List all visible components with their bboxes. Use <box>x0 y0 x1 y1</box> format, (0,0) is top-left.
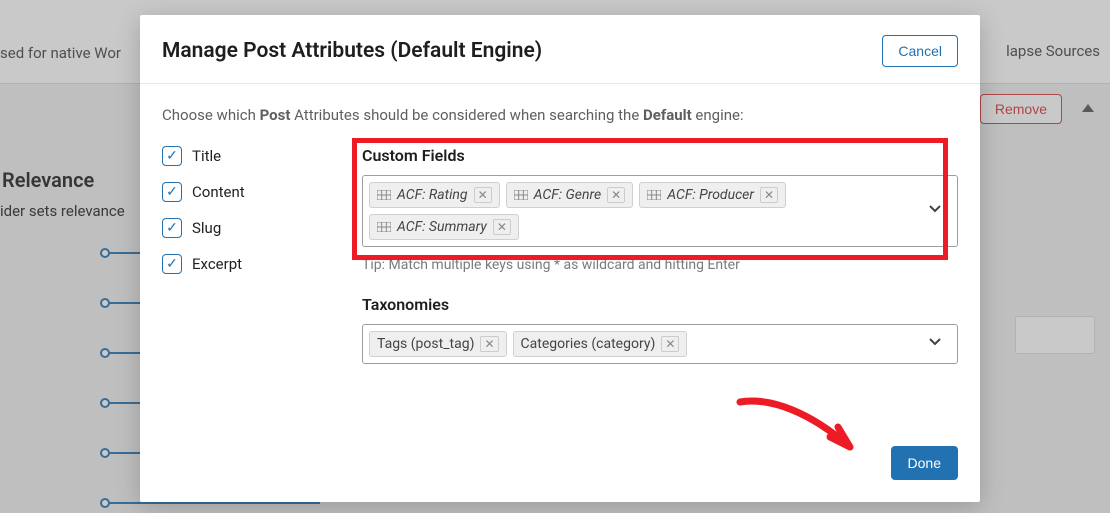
custom-fields-select[interactable]: ACF: Rating ✕ ACF: Genre ✕ ACF: Producer… <box>362 175 958 247</box>
grid-icon <box>647 190 661 200</box>
instruction-text: Choose which Post Attributes should be c… <box>162 106 958 124</box>
manage-attributes-modal: Manage Post Attributes (Default Engine) … <box>140 15 980 502</box>
checkbox-slug[interactable]: ✓ Slug <box>162 218 322 238</box>
modal-header: Manage Post Attributes (Default Engine) … <box>140 15 980 84</box>
tag-label: Tags (post_tag) <box>377 336 474 352</box>
tag-label: ACF: Rating <box>397 187 468 203</box>
checkbox-excerpt[interactable]: ✓ Excerpt <box>162 254 322 274</box>
grid-icon <box>377 190 391 200</box>
cancel-button[interactable]: Cancel <box>882 35 958 67</box>
tag-acf-genre[interactable]: ACF: Genre ✕ <box>506 182 634 208</box>
checkbox-title[interactable]: ✓ Title <box>162 146 322 166</box>
tag-acf-summary[interactable]: ACF: Summary ✕ <box>369 214 519 240</box>
tag-label: Categories (category) <box>521 336 656 352</box>
grid-icon <box>377 222 391 232</box>
tag-label: ACF: Producer <box>667 187 754 203</box>
checkbox-icon: ✓ <box>162 218 182 238</box>
checkbox-content[interactable]: ✓ Content <box>162 182 322 202</box>
grid-icon <box>514 190 528 200</box>
annotation-arrow-icon <box>730 392 880 482</box>
tag-acf-rating[interactable]: ACF: Rating ✕ <box>369 182 500 208</box>
remove-tag-icon[interactable]: ✕ <box>474 187 492 203</box>
remove-tag-icon[interactable]: ✕ <box>480 336 498 352</box>
remove-tag-icon[interactable]: ✕ <box>493 219 511 235</box>
chevron-down-icon <box>928 202 942 220</box>
checkbox-label: Content <box>192 183 245 201</box>
tag-acf-producer[interactable]: ACF: Producer ✕ <box>639 182 786 208</box>
tag-label: ACF: Genre <box>534 187 602 203</box>
checkbox-label: Excerpt <box>192 255 242 273</box>
checkbox-icon: ✓ <box>162 254 182 274</box>
checkbox-label: Slug <box>192 219 221 237</box>
attribute-checkbox-list: ✓ Title ✓ Content ✓ Slug ✓ Excerpt <box>162 146 322 364</box>
tag-label: ACF: Summary <box>397 219 487 235</box>
tag-categories[interactable]: Categories (category) ✕ <box>513 331 688 357</box>
remove-tag-icon[interactable]: ✕ <box>760 187 778 203</box>
checkbox-icon: ✓ <box>162 146 182 166</box>
custom-fields-helper: Tip: Match multiple keys using * as wild… <box>362 257 958 273</box>
modal-title: Manage Post Attributes (Default Engine) <box>162 39 542 63</box>
taxonomies-heading: Taxonomies <box>362 295 958 314</box>
page-background: sed for native Wor lapse Sources Remove … <box>0 0 1110 513</box>
taxonomies-select[interactable]: Tags (post_tag) ✕ Categories (category) … <box>362 324 958 364</box>
remove-tag-icon[interactable]: ✕ <box>661 336 679 352</box>
custom-fields-heading: Custom Fields <box>362 146 958 165</box>
done-button[interactable]: Done <box>891 446 958 480</box>
checkbox-label: Title <box>192 147 221 165</box>
chevron-down-icon <box>928 335 942 353</box>
tag-tags[interactable]: Tags (post_tag) ✕ <box>369 331 507 357</box>
remove-tag-icon[interactable]: ✕ <box>607 187 625 203</box>
checkbox-icon: ✓ <box>162 182 182 202</box>
